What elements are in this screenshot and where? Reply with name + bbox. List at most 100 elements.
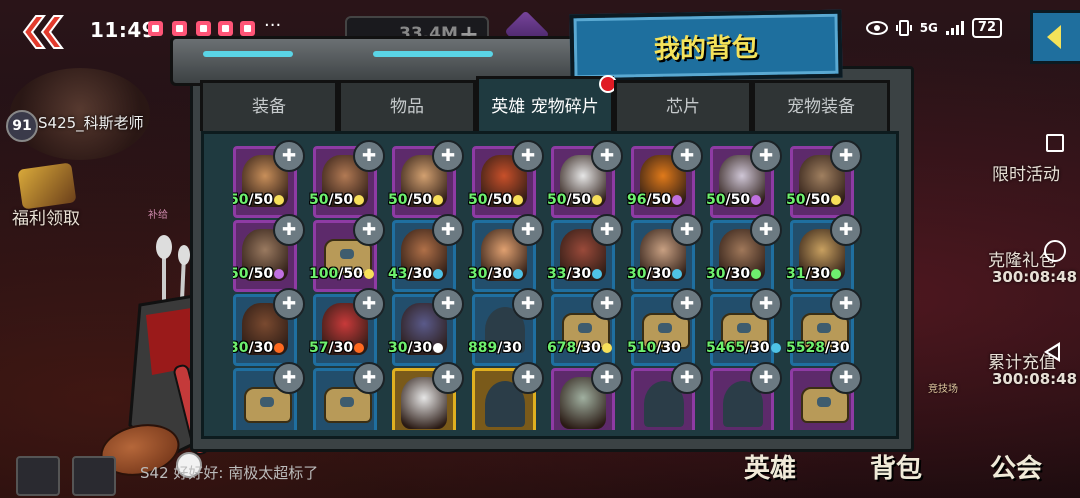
fragment-count: 678/30 [547,340,612,356]
fragment-item[interactable]: ✚ 50/50 [309,140,385,218]
player-level: 91 [6,110,38,142]
puzzle-piece-icon: ✚ [591,140,623,172]
count-owned: 50 [706,192,726,208]
bag-nav-button[interactable]: 背包 [870,448,922,485]
clone-gift-timer: 300:08:48 [992,268,1078,286]
back-chevron-icon[interactable] [22,14,68,50]
fragment-item[interactable]: ✚ [392,362,464,430]
chat-message[interactable]: S42 好好好: 南极太超标了 [140,462,318,483]
app-notification-icon [172,21,187,36]
fragment-item[interactable]: ✚ [631,362,703,430]
tab-pet-equipment[interactable]: 宠物装备 [752,80,890,131]
back-button[interactable] [1044,342,1060,362]
fragment-item[interactable]: ✚ [790,362,862,430]
count-required: 30 [412,266,433,282]
fragment-item[interactable]: ✚ [233,362,305,430]
element-icon [363,269,374,279]
count-owned: 510 [627,340,657,356]
fragment-item[interactable]: ✚ [472,362,544,430]
fragment-item[interactable]: ✚ 50/50 [233,214,305,292]
puzzle-piece-icon: ✚ [750,214,782,246]
fragment-item[interactable]: ✚ 50/50 [388,140,464,218]
puzzle-piece-icon: ✚ [830,362,862,394]
tab-hero-pet-fragments[interactable]: 英雄 宠物碎片 [476,75,617,131]
fragment-item[interactable]: ✚ 50/50 [468,140,544,218]
fragment-item[interactable]: ✚ 5465/30 [706,288,782,366]
fragment-item[interactable]: ✚ 50/50 [547,140,623,218]
tab-equipment[interactable]: 装备 [200,80,338,131]
friends-icon[interactable] [16,456,60,496]
element-icon [751,269,762,279]
welfare-button-label[interactable]: 福利领取 [12,204,80,229]
count-required: 30 [492,266,513,282]
fragment-count: 30/30 [706,266,762,282]
puzzle-piece-icon: ✚ [750,362,782,394]
element-icon [672,195,683,205]
fragment-item[interactable]: ✚ 510/30 [627,288,703,366]
app-notification-icon [148,21,163,36]
arena-label[interactable]: 竞技场 [928,380,958,395]
fragment-count: 43/30 [388,266,444,282]
fragment-item[interactable]: ✚ 30/30 [627,214,703,292]
fragment-item[interactable]: ✚ [710,362,782,430]
element-icon [601,343,612,353]
fragment-count: 30/30 [233,340,285,356]
count-required: 50 [730,192,751,208]
puzzle-piece-icon: ✚ [671,288,703,320]
fragment-item[interactable]: ✚ 43/30 [388,214,464,292]
tab-chips[interactable]: 芯片 [614,80,752,131]
puzzle-piece-icon: ✚ [830,140,862,172]
count-required: 30 [571,266,592,282]
fragment-item[interactable]: ✚ 96/50 [627,140,703,218]
fragment-item[interactable]: ✚ 50/50 [706,140,782,218]
count-owned: 43 [388,266,408,282]
element-icon [354,195,365,205]
count-required: 50 [651,192,672,208]
count-required: 30 [412,340,433,356]
element-icon [433,195,444,205]
tab-items[interactable]: 物品 [338,80,476,131]
fragment-item[interactable]: ✚ 678/30 [547,288,623,366]
fragment-item[interactable]: ✚ 30/30 [388,288,464,366]
network-type: 5G [919,21,938,35]
fragment-item[interactable]: ✚ [313,362,385,430]
puzzle-piece-icon: ✚ [273,362,305,394]
puzzle-piece-icon: ✚ [671,140,703,172]
fragment-item[interactable]: ✚ [551,362,623,430]
fragment-item[interactable]: ✚ 30/30 [468,214,544,292]
fragment-count: 96/50 [627,192,683,208]
count-required: 30 [750,340,770,356]
more-notifications-icon: ··· [264,15,282,36]
recent-apps-button[interactable] [1046,134,1064,152]
mail-icon[interactable] [72,456,116,496]
puzzle-piece-icon: ✚ [750,140,782,172]
home-button[interactable] [1044,240,1066,262]
count-owned: 30 [233,340,249,356]
gift-box-icon[interactable] [17,162,77,210]
fragment-item[interactable]: ✚ 50/50 [786,140,862,218]
fragment-item[interactable]: ✚ 50/50 [233,140,305,218]
fragment-item[interactable]: ✚ 31/30 [786,214,862,292]
count-required: 50 [253,192,274,208]
fragment-item[interactable]: ✚ 33/30 [547,214,623,292]
count-required: 30 [661,340,681,356]
hero-nav-button[interactable]: 英雄 [744,448,796,485]
app-notification-icon [218,21,233,36]
page-title: 我的背包 [653,33,759,65]
fragment-item[interactable]: ✚ 30/30 [233,288,305,366]
fragment-item[interactable]: ✚ 5528/30 [786,288,862,366]
guild-nav-button[interactable]: 公会 [990,448,1042,485]
puzzle-piece-icon: ✚ [273,288,305,320]
count-owned: 5465 [706,340,745,356]
count-required: 30 [730,266,751,282]
fragment-item[interactable]: ✚ 30/30 [706,214,782,292]
element-icon [592,269,603,279]
fragment-item[interactable]: ✚ 100/50 [309,214,385,292]
limited-event-button[interactable]: 限时活动 [992,160,1060,185]
tab-label: 芯片 [666,97,700,117]
element-icon [831,195,842,205]
battery-level: 72 [971,18,1002,38]
vibrate-icon [895,20,912,36]
fragment-item[interactable]: ✚ 57/30 [309,288,385,366]
fragment-item[interactable]: ✚ 889/30 [468,288,544,366]
